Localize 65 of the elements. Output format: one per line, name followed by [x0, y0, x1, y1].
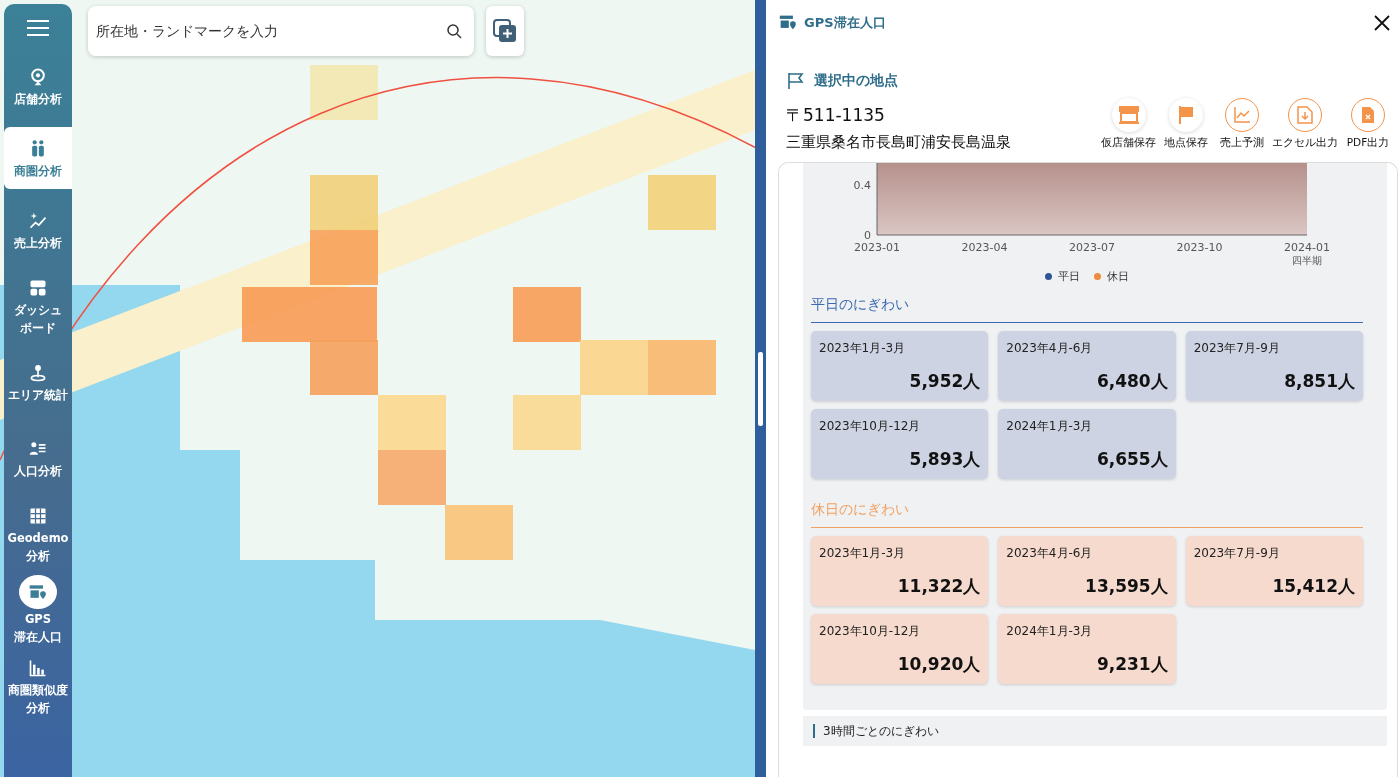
bar-chart-icon [28, 658, 48, 679]
visitor-count: 15,412人 [1272, 575, 1355, 598]
legend-item: 休日 [1094, 269, 1129, 284]
period-label: 2023年1月-3月 [819, 545, 907, 562]
section-heading: 休日のにぎわい [811, 501, 1363, 528]
action-button[interactable]: エクセル出力 [1272, 98, 1338, 150]
visitor-count: 6,655人 [1096, 448, 1168, 471]
search-icon [446, 23, 462, 39]
period-label: 2023年10月-12月 [819, 418, 922, 435]
drag-handle[interactable] [758, 351, 763, 426]
flag-icon [1176, 105, 1196, 125]
line-chart-icon [1233, 106, 1251, 124]
panel-title: GPS滞在人口 [804, 13, 886, 32]
period-label: 2023年4月-6月 [1006, 545, 1094, 562]
action-button[interactable]: 地点保存 [1160, 98, 1212, 150]
nav-item[interactable]: エリア統計 [4, 347, 72, 417]
copy-plus-icon [492, 18, 518, 44]
nav-item[interactable]: 人口分析 [4, 423, 72, 493]
add-layer-button[interactable] [486, 6, 524, 56]
nav-item[interactable]: 商圏分析 [4, 127, 72, 189]
map-pin-icon [28, 363, 48, 384]
section-heading: 3時間ごとのにぎわい [813, 724, 939, 738]
store-pin-icon [778, 13, 798, 32]
visitor-count: 5,952人 [909, 370, 981, 393]
storefront-icon [1117, 105, 1140, 125]
period-label: 2023年10月-12月 [819, 623, 922, 640]
action-button[interactable]: PDF出力 [1342, 98, 1394, 150]
visitor-count: 5,893人 [909, 448, 981, 471]
file-icon [1361, 106, 1375, 124]
nav-item[interactable]: Geodemo 分析 [4, 499, 72, 569]
legend-item: 平日 [1045, 269, 1080, 284]
address: 三重県桑名市長島町浦安長島温泉 [786, 133, 1011, 152]
period-label: 2023年1月-3月 [819, 340, 907, 357]
file-download-icon [1297, 106, 1313, 124]
period-label: 2023年7月-9月 [1193, 545, 1281, 562]
table-icon [28, 506, 48, 527]
visitor-count: 6,480人 [1096, 370, 1168, 393]
close-icon [1374, 14, 1390, 31]
close-button[interactable] [1374, 14, 1390, 31]
nav-item[interactable]: ダッシュ ボード [4, 271, 72, 341]
visitor-count: 10,920人 [897, 653, 981, 676]
visitor-count: 13,595人 [1085, 575, 1168, 598]
section-heading: 選択中の地点 [814, 72, 898, 90]
search-field[interactable]: 所在地・ランドマークを入力 [88, 6, 474, 56]
section-heading: 平日のにぎわい [811, 296, 1363, 323]
dashboard-icon [28, 278, 48, 299]
nav-item[interactable]: GPS 滞在人口 [4, 575, 72, 645]
period-label: 2023年4月-6月 [1006, 340, 1094, 357]
panel-splitter[interactable] [755, 0, 766, 777]
visitor-count: 8,851人 [1284, 370, 1355, 393]
visitor-count: 11,322人 [897, 575, 981, 598]
nav-item[interactable]: 商圏類似度 分析 [4, 651, 72, 721]
menu-icon [26, 20, 50, 36]
menu-button[interactable] [25, 18, 51, 38]
location-pin-icon [28, 67, 48, 88]
period-label: 2023年7月-9月 [1193, 340, 1281, 357]
postal-code: 〒511-1135 [786, 104, 886, 127]
action-button[interactable]: 売上予測 [1216, 98, 1268, 150]
nav-item[interactable]: 売上分析 [4, 195, 72, 265]
flag-icon [788, 72, 804, 90]
visitor-count: 9,231人 [1096, 653, 1168, 676]
period-label: 2024年1月-3月 [1006, 623, 1094, 640]
period-label: 2024年1月-3月 [1006, 418, 1094, 435]
nav-item[interactable]: 店舗分析 [4, 51, 72, 121]
action-button[interactable]: 仮店舗保存 [1101, 98, 1156, 150]
